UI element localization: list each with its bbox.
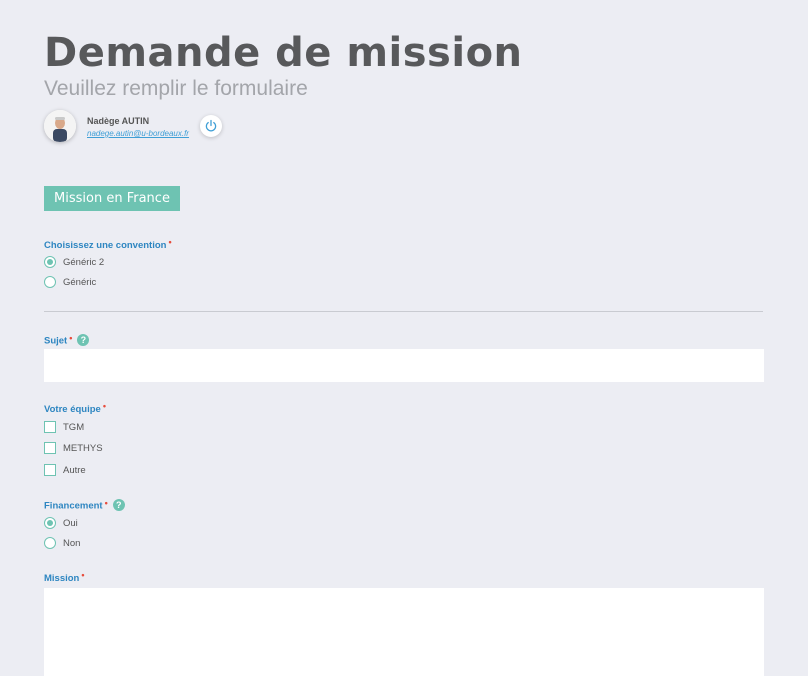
required-mark: • xyxy=(81,570,85,580)
radio-button[interactable] xyxy=(44,276,56,288)
equipe-label-text: Votre équipe xyxy=(44,404,101,415)
option-label: Généric xyxy=(63,276,97,288)
radio-button[interactable] xyxy=(44,256,56,268)
equipe-option-autre[interactable]: Autre xyxy=(44,463,86,477)
convention-option-generic[interactable]: Généric xyxy=(44,275,96,289)
equipe-option-methys[interactable]: METHYS xyxy=(44,441,103,455)
user-name: Nadège AUTIN xyxy=(87,116,150,126)
mission-textarea[interactable] xyxy=(44,588,764,676)
user-email-link[interactable]: nadege.autin@u-bordeaux.fr xyxy=(87,129,189,138)
avatar xyxy=(44,110,76,142)
convention-label: Choisissez une convention • xyxy=(44,237,172,251)
radio-button[interactable] xyxy=(44,517,56,529)
checkbox[interactable] xyxy=(44,464,56,476)
required-mark: • xyxy=(102,401,106,411)
option-label: Oui xyxy=(63,517,78,529)
financement-label-text: Financement xyxy=(44,500,103,512)
mission-label-text: Mission xyxy=(44,573,80,584)
page-title: Demande de mission xyxy=(44,30,523,76)
mission-label: Mission • xyxy=(44,570,85,584)
power-icon xyxy=(205,119,217,132)
convention-label-text: Choisissez une convention xyxy=(44,240,167,251)
required-mark: • xyxy=(104,497,108,508)
option-label: METHYS xyxy=(63,442,103,454)
required-mark: • xyxy=(168,237,172,247)
logout-button[interactable] xyxy=(200,115,222,137)
user-avatar-icon xyxy=(44,110,76,142)
page-subtitle: Veuillez remplir le formulaire xyxy=(44,77,308,100)
convention-option-generic-2[interactable]: Généric 2 xyxy=(44,255,104,269)
option-label: Non xyxy=(63,537,81,549)
financement-label: Financement •? xyxy=(44,497,125,512)
help-icon[interactable]: ? xyxy=(77,334,90,346)
equipe-label: Votre équipe • xyxy=(44,401,106,415)
equipe-option-tgm[interactable]: TGM xyxy=(44,420,84,434)
help-icon[interactable]: ? xyxy=(112,499,125,511)
checkbox[interactable] xyxy=(44,442,56,454)
sujet-label-text: Sujet xyxy=(44,335,68,347)
radio-button[interactable] xyxy=(44,537,56,549)
sujet-input[interactable] xyxy=(44,349,764,382)
option-label: Généric 2 xyxy=(63,256,105,268)
required-mark: • xyxy=(69,332,73,343)
divider xyxy=(44,311,763,312)
user-info: Nadège AUTIN nadege.autin@u-bordeaux.fr xyxy=(44,110,304,144)
option-label: TGM xyxy=(63,421,85,433)
sujet-label: Sujet •? xyxy=(44,332,90,347)
financement-option-non[interactable]: Non xyxy=(44,536,80,550)
option-label: Autre xyxy=(63,464,86,476)
financement-option-oui[interactable]: Oui xyxy=(44,516,78,530)
checkbox[interactable] xyxy=(44,421,56,433)
mission-type-badge: Mission en France xyxy=(44,186,180,211)
